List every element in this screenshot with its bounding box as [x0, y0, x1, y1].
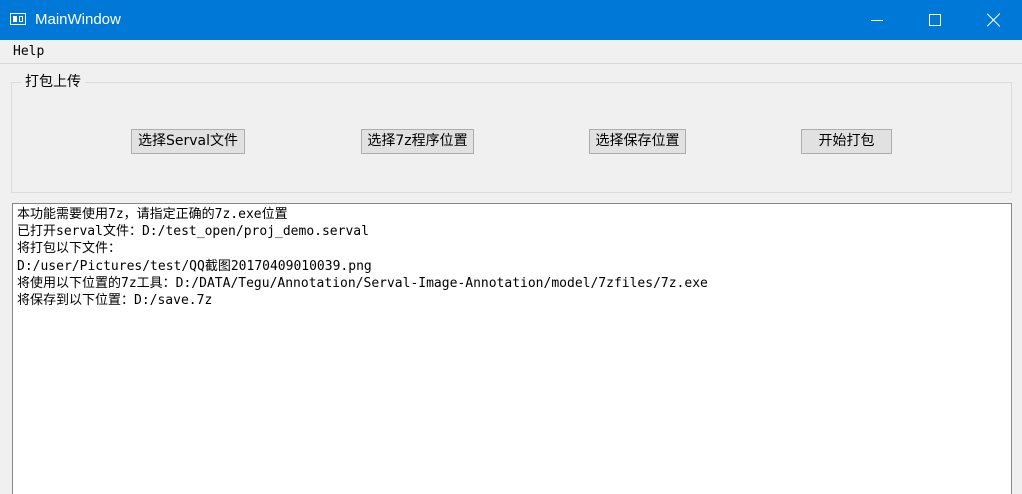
- log-line: D:/user/Pictures/test/QQ截图20170409010039…: [17, 258, 372, 274]
- menu-bar: Help: [0, 40, 1022, 64]
- title-bar[interactable]: MainWindow: [0, 0, 1022, 40]
- minimize-icon: [871, 20, 883, 21]
- log-line: 将打包以下文件：: [17, 241, 122, 257]
- maximize-button[interactable]: [906, 0, 964, 40]
- menu-help[interactable]: Help: [7, 43, 50, 61]
- log-line: 已打开serval文件：D:/test_open/proj_demo.serva…: [17, 224, 369, 240]
- log-line: 将使用以下位置的7z工具：D:/DATA/Tegu/Annotation/Ser…: [17, 275, 708, 291]
- start-packing-button[interactable]: 开始打包: [801, 129, 892, 154]
- log-line: 将保存到以下位置：D:/save.7z: [17, 293, 213, 309]
- close-icon: [986, 12, 1002, 28]
- select-save-location-button[interactable]: 选择保存位置: [589, 129, 686, 154]
- maximize-icon: [929, 14, 941, 26]
- minimize-button[interactable]: [848, 0, 906, 40]
- window-title: MainWindow: [35, 11, 121, 28]
- app-window-icon: [10, 13, 26, 25]
- output-log[interactable]: 本功能需要使用7z，请指定正确的7z.exe位置 已打开serval文件：D:/…: [12, 203, 1012, 494]
- select-7z-location-button[interactable]: 选择7z程序位置: [361, 129, 474, 154]
- close-button[interactable]: [964, 0, 1022, 40]
- group-title: 打包上传: [21, 73, 85, 91]
- select-serval-file-button[interactable]: 选择Serval文件: [131, 129, 245, 154]
- log-line: 本功能需要使用7z，请指定正确的7z.exe位置: [17, 207, 288, 222]
